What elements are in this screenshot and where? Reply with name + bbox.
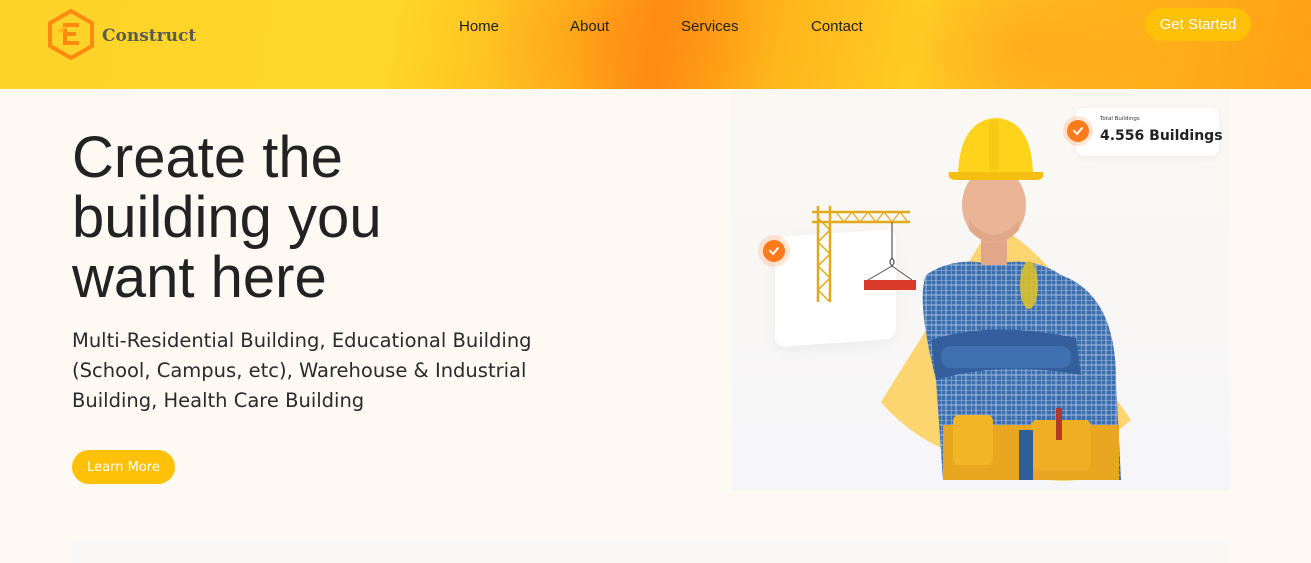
- hero-title-line: Create the: [72, 125, 343, 190]
- next-section-edge: [72, 540, 1230, 563]
- hero-title-line: building you: [72, 185, 382, 250]
- nav-home[interactable]: Home: [459, 18, 499, 35]
- check-badge: [763, 240, 785, 262]
- learn-more-button[interactable]: Learn More: [72, 450, 175, 484]
- brand-name: Construct: [102, 26, 197, 46]
- check-icon: [769, 247, 779, 256]
- stat-value: 4.556 Buildings: [1100, 128, 1223, 144]
- check-badge: [1067, 120, 1089, 142]
- site-header: Construct Home About Services Contact Ge…: [0, 0, 1311, 89]
- hero-title: Create the building you want here: [72, 128, 592, 308]
- nav-services[interactable]: Services: [681, 18, 739, 35]
- crane-illustration: [812, 206, 916, 303]
- nav-about[interactable]: About: [570, 18, 609, 35]
- construct-logo-icon: [48, 8, 94, 60]
- check-icon: [1073, 127, 1083, 136]
- header-decoration: [900, 0, 1160, 89]
- get-started-button[interactable]: Get Started: [1145, 8, 1251, 41]
- hero-description: Multi-Residential Building, Educational …: [72, 329, 532, 412]
- brand-logo[interactable]: Construct: [46, 8, 196, 60]
- header-decoration: [480, 0, 780, 89]
- stat-label: Total Buildings: [1100, 116, 1140, 122]
- nav-contact[interactable]: Contact: [811, 18, 863, 35]
- hero-title-line: want here: [72, 245, 327, 310]
